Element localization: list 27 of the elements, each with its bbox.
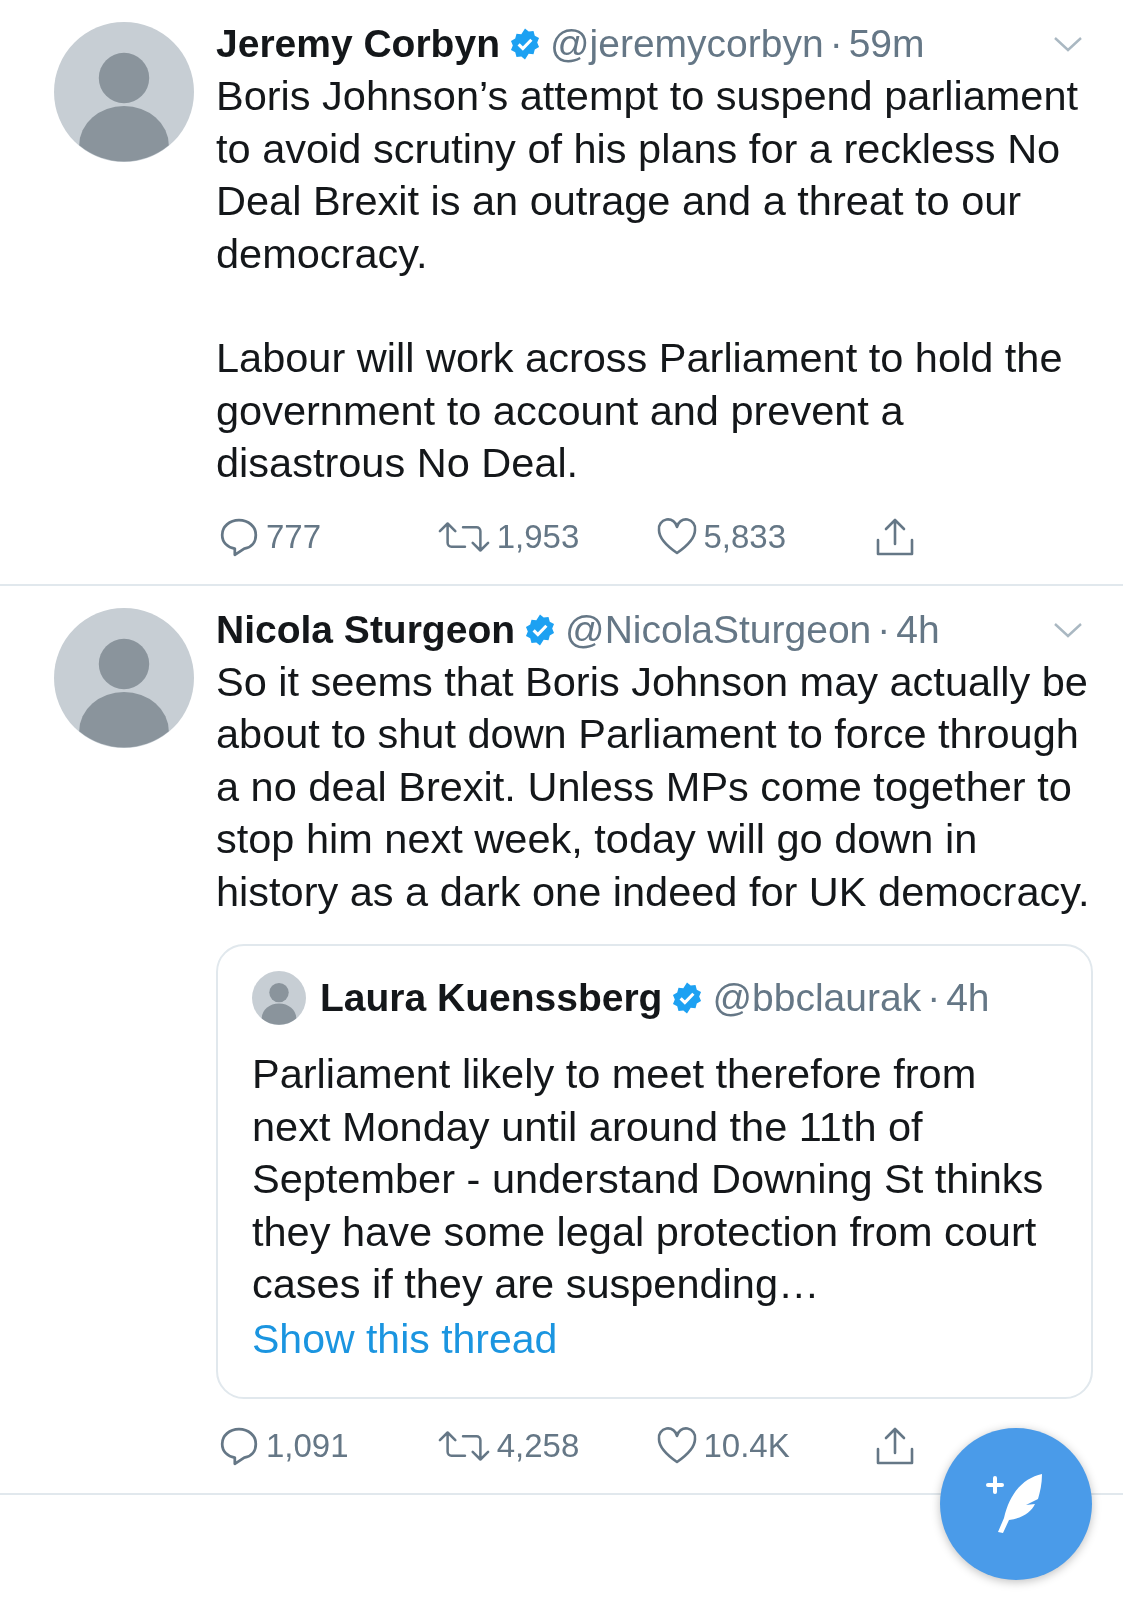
timestamp: 4h [896,607,940,652]
action-count: 1,953 [496,517,580,556]
timestamp: 4h [946,976,990,1020]
timestamp: 59m [848,22,925,66]
action-count: 1,091 [266,1426,349,1465]
action-count: 777 [266,517,322,556]
quoted-tweet-card[interactable] [216,944,1093,1399]
user-name[interactable]: Laura Kuenssberg [320,976,663,1020]
quoted-tweet-text: Parliament likely to meet therefore from next Monday until around the 11th of September - understand Downing St thinks they have some legal protection from court cases if they are suspending… [252,1049,1045,1309]
user-handle[interactable]: @jeremycorbyn [549,22,824,66]
show-thread-link[interactable]: Show this thread [252,1310,558,1367]
action-count: 10.4K [703,1426,790,1465]
tweet-text: Labour will work across Parliament to hold the government to account and prevent a disastrous No Deal. [216,333,1064,488]
user-name[interactable]: Jeremy Corbyn [216,22,500,66]
user-handle[interactable]: @NicolaSturgeon [565,607,872,652]
action-count: 5,833 [703,517,787,556]
user-name[interactable]: Nicola Sturgeon [216,607,516,652]
tweet-text: Boris Johnson’s attempt to suspend parliament to avoid scrutiny of his plans for a reckless No Deal Brexit is an outrage and a threat to our democracy. [216,71,1079,279]
avatar[interactable] [252,971,306,1025]
separator: · [829,22,843,66]
avatar[interactable] [54,22,194,162]
separator: · [877,607,891,652]
avatar[interactable] [54,607,194,748]
action-count: 4,258 [496,1426,580,1465]
tweet-text: So it seems that Boris Johnson may actually be about to shut down Parliament to force through a no deal Brexit. Unless MPs come together to stop him next week, today will go down in history as a dark one indeed for UK democracy. [216,656,1091,917]
separator: · [927,976,941,1020]
user-handle[interactable]: @bbclaurak [712,976,922,1020]
